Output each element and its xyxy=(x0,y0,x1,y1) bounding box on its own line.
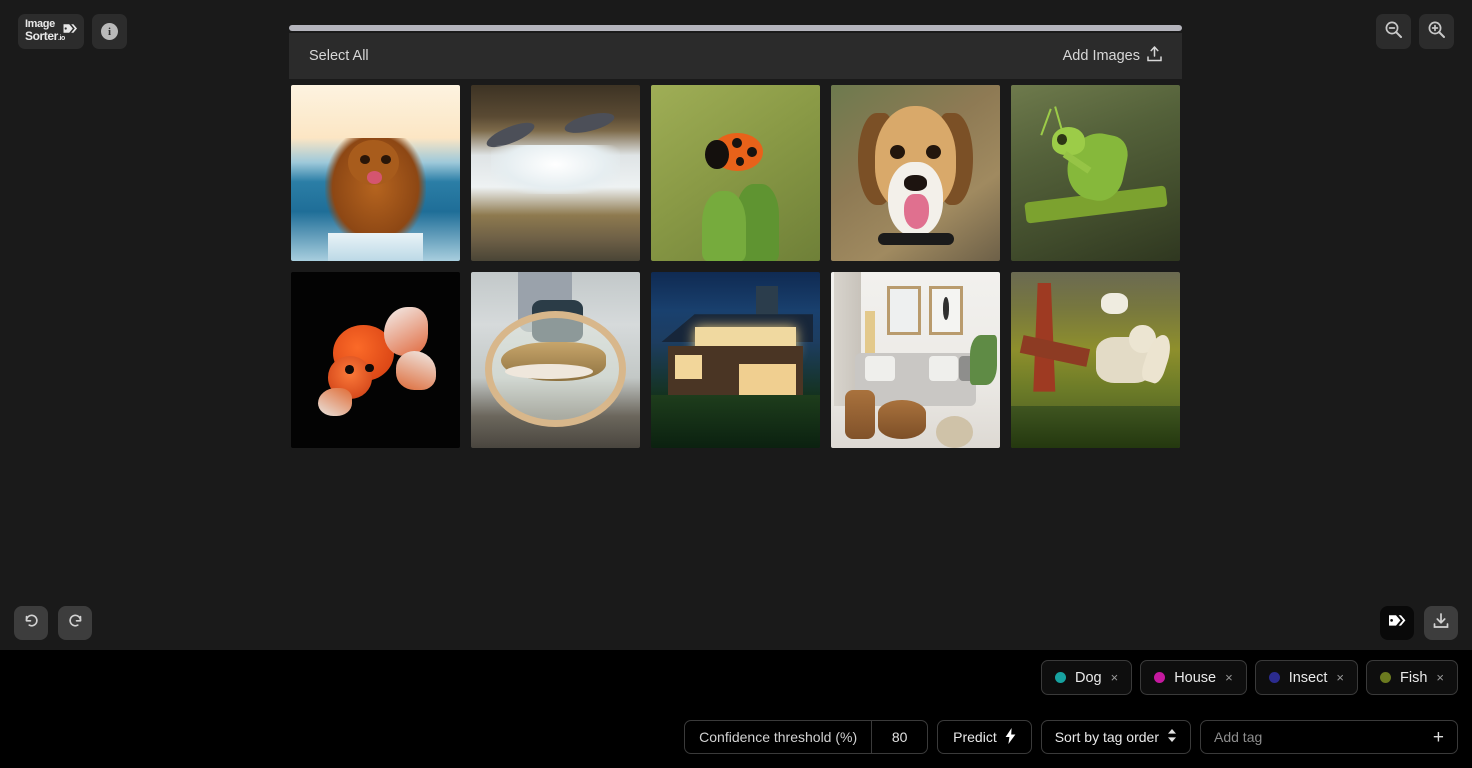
tag-icon xyxy=(63,21,78,39)
upload-icon xyxy=(1147,46,1162,66)
image-thumbnail[interactable] xyxy=(289,83,462,263)
image-panel: Select All Add Images xyxy=(289,25,1182,450)
undo-icon xyxy=(23,612,40,634)
image-thumbnail[interactable] xyxy=(1009,83,1182,263)
tag-list: Dog × House × Insect × Fish × xyxy=(1041,660,1458,695)
tag-label: Fish xyxy=(1400,669,1428,686)
add-images-label: Add Images xyxy=(1062,48,1140,64)
action-controls xyxy=(1380,606,1458,640)
image-thumbnail[interactable] xyxy=(1009,270,1182,450)
image-thumbnail[interactable] xyxy=(829,83,1002,263)
image-thumbnail[interactable] xyxy=(649,270,822,450)
info-icon: i xyxy=(101,23,118,40)
magnifier-minus-icon xyxy=(1384,20,1403,44)
download-icon xyxy=(1432,612,1450,635)
tag-chip-house[interactable]: House × xyxy=(1140,660,1247,695)
sort-select[interactable]: Sort by tag order xyxy=(1040,720,1191,754)
sort-label: Sort by tag order xyxy=(1054,729,1159,745)
predict-button[interactable]: Predict xyxy=(937,720,1032,754)
add-tag-input[interactable] xyxy=(1214,729,1414,745)
magnifier-plus-icon xyxy=(1427,20,1446,44)
tag-color-dot xyxy=(1268,672,1280,683)
tag-color-dot xyxy=(1154,672,1166,683)
tag-label: Insect xyxy=(1288,669,1328,686)
plus-icon[interactable]: + xyxy=(1433,728,1444,747)
select-all-button[interactable]: Select All xyxy=(309,48,369,64)
redo-button[interactable] xyxy=(58,606,92,640)
image-grid xyxy=(289,83,1182,450)
confidence-threshold-group: Confidence threshold (%) 80 xyxy=(684,720,929,754)
image-thumbnail[interactable] xyxy=(469,270,642,450)
close-icon[interactable]: × xyxy=(1225,670,1233,685)
tag-chip-dog[interactable]: Dog × xyxy=(1041,660,1133,695)
zoom-in-button[interactable] xyxy=(1419,14,1454,49)
tags-icon xyxy=(1388,613,1407,633)
zoom-controls xyxy=(1376,14,1454,49)
add-tag-field[interactable]: + xyxy=(1200,720,1458,754)
undo-button[interactable] xyxy=(14,606,48,640)
add-images-button[interactable]: Add Images xyxy=(1063,46,1162,66)
lightning-bolt-icon xyxy=(1005,727,1016,747)
info-button[interactable]: i xyxy=(92,14,127,49)
close-icon[interactable]: × xyxy=(1111,670,1119,685)
image-sorter-app: Image Sorter.io i Select All Add Images … xyxy=(0,0,1472,768)
brand-cluster: Image Sorter.io i xyxy=(18,14,127,49)
image-thumbnail[interactable] xyxy=(469,83,642,263)
confidence-threshold-label: Confidence threshold (%) xyxy=(699,729,858,745)
zoom-out-button[interactable] xyxy=(1376,14,1411,49)
image-thumbnail[interactable] xyxy=(649,83,822,263)
tag-color-dot xyxy=(1380,672,1391,683)
image-thumbnail[interactable] xyxy=(829,270,1002,450)
confidence-threshold-value[interactable]: 80 xyxy=(871,721,927,753)
redo-icon xyxy=(67,612,84,634)
chevron-updown-icon xyxy=(1167,728,1177,746)
tags-toggle-button[interactable] xyxy=(1380,606,1414,640)
prediction-controls: Confidence threshold (%) 80 Predict Sort… xyxy=(684,720,1458,754)
predict-label: Predict xyxy=(953,729,997,745)
logo-text-sorter: Sorter.io xyxy=(25,28,65,43)
workspace: Image Sorter.io i Select All Add Images xyxy=(0,0,1472,650)
close-icon[interactable]: × xyxy=(1336,670,1344,685)
history-controls xyxy=(14,606,92,640)
panel-toolbar: Select All Add Images xyxy=(289,33,1182,79)
tag-label: Dog xyxy=(1075,669,1102,686)
panel-scrollbar[interactable] xyxy=(289,25,1182,31)
bottom-bar: Dog × House × Insect × Fish × Confidence xyxy=(0,650,1472,768)
image-thumbnail[interactable] xyxy=(289,270,462,450)
tag-chip-fish[interactable]: Fish × xyxy=(1366,660,1458,695)
app-logo[interactable]: Image Sorter.io xyxy=(18,14,84,49)
tag-chip-insect[interactable]: Insect × xyxy=(1254,660,1358,695)
tag-label: House xyxy=(1174,669,1217,686)
tag-color-dot xyxy=(1055,672,1066,683)
download-button[interactable] xyxy=(1424,606,1458,640)
close-icon[interactable]: × xyxy=(1436,670,1444,685)
